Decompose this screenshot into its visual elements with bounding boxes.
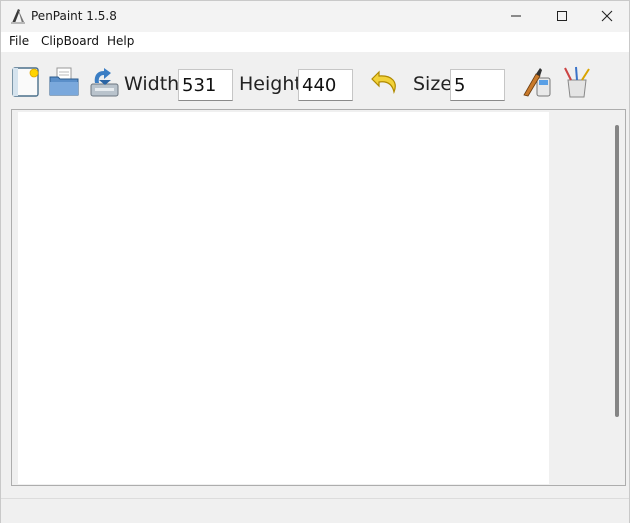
minimize-icon: [510, 7, 522, 26]
height-label: Height: [239, 73, 302, 95]
undo-icon: [370, 70, 400, 102]
new-button[interactable]: [11, 66, 41, 98]
close-button[interactable]: [584, 1, 630, 32]
save-button[interactable]: [89, 66, 119, 98]
size-label: Size: [413, 73, 453, 95]
save-disk-icon: [89, 68, 119, 102]
window-title: PenPaint 1.5.8: [31, 9, 117, 23]
app-icon: [10, 7, 26, 25]
maximize-button[interactable]: [539, 1, 585, 32]
menu-help[interactable]: Help: [107, 34, 134, 48]
size-input[interactable]: [450, 69, 505, 101]
height-input[interactable]: [298, 69, 353, 101]
vertical-scrollbar[interactable]: [615, 125, 619, 417]
close-icon: [601, 7, 613, 26]
open-folder-icon: [49, 67, 79, 102]
minimize-button[interactable]: [493, 1, 539, 32]
menu-clipboard[interactable]: ClipBoard: [41, 34, 99, 48]
open-button[interactable]: [49, 66, 79, 98]
status-bar: [1, 498, 629, 523]
pen-button[interactable]: [522, 66, 552, 98]
menu-bar: File ClipBoard Help: [1, 32, 629, 52]
toolbar: Width Height Size: [1, 52, 629, 108]
brushes-button[interactable]: [562, 66, 592, 98]
brushes-cup-icon: [562, 66, 592, 102]
drawing-canvas[interactable]: [18, 112, 549, 484]
title-bar[interactable]: PenPaint 1.5.8: [1, 1, 629, 32]
maximize-icon: [556, 7, 568, 26]
new-document-icon: [11, 67, 41, 102]
menu-file[interactable]: File: [9, 34, 29, 48]
canvas-frame: [11, 109, 626, 486]
width-label: Width: [124, 73, 180, 95]
undo-button[interactable]: [370, 66, 400, 98]
pen-brush-icon: [522, 68, 552, 102]
app-window: PenPaint 1.5.8 File ClipBoard Help Width…: [0, 0, 630, 523]
width-input[interactable]: [178, 69, 233, 101]
